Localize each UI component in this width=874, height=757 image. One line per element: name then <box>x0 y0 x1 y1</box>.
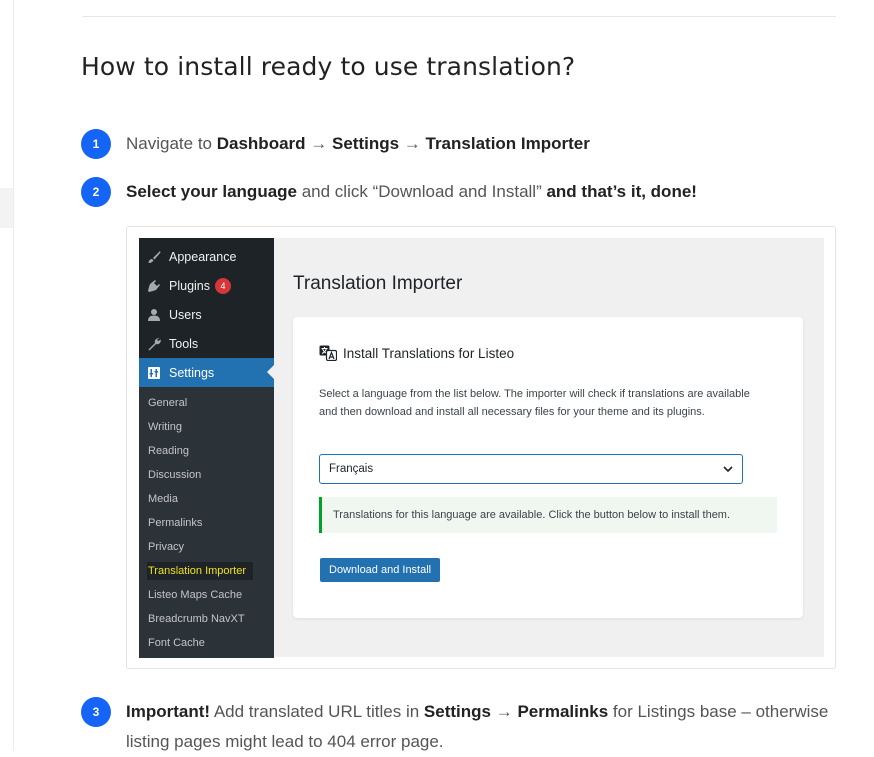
menu-item-tools[interactable]: Tools <box>139 329 274 358</box>
step-1: 1 Navigate to Dashboard → Settings → Tra… <box>81 129 590 159</box>
plain-text: Navigate to <box>126 134 217 153</box>
step-number: 3 <box>81 697 111 727</box>
selected-language: Français <box>329 463 374 475</box>
settings-icon <box>146 365 162 381</box>
submenu-item-label: Media <box>148 493 178 505</box>
left-sidebar-tab <box>0 188 13 228</box>
menu-item-plugins[interactable]: Plugins 4 <box>139 271 274 300</box>
submenu-item-label: Breadcrumb NavXT <box>148 613 245 625</box>
submenu-item-label: General <box>148 397 188 409</box>
card-description: Select a language from the list below. T… <box>319 388 750 418</box>
emphasis-text: Dashboard <box>216 134 306 153</box>
submenu-item-media[interactable]: Media <box>139 487 274 511</box>
section-divider <box>82 16 836 17</box>
chevron-down-icon <box>722 463 734 478</box>
step-text: Important! Add translated URL titles in … <box>126 697 831 757</box>
paintbrush-icon <box>146 249 162 265</box>
emphasis-text: Settings <box>331 134 400 153</box>
submenu-item-label: Permalinks <box>148 517 203 529</box>
card-heading: Install Translations for Listeo <box>319 345 515 362</box>
wp-page-title: Translation Importer <box>293 273 463 294</box>
step-number: 1 <box>81 129 111 159</box>
step-3: 3 Important! Add translated URL titles i… <box>81 697 831 757</box>
menu-item-appearance[interactable]: Appearance <box>139 242 274 271</box>
emphasis-text: and that’s it, done! <box>546 182 697 201</box>
emphasis-text: Permalinks <box>517 702 609 721</box>
submenu-item-permalinks[interactable]: Permalinks <box>139 511 274 535</box>
submenu-item-listeo-maps-cache[interactable]: Listeo Maps Cache <box>139 583 274 607</box>
wrench-icon <box>146 336 162 352</box>
plain-text: → <box>399 134 426 153</box>
step-2: 2 Select your language and click “Downlo… <box>81 177 697 207</box>
submenu-item-label: Discussion <box>148 469 202 481</box>
menu-item-label: Settings <box>169 365 215 380</box>
menu-item-label: Tools <box>169 336 199 351</box>
plain-text: → <box>490 702 518 721</box>
submenu-item-label: Listeo Maps Cache <box>148 589 243 601</box>
submenu-item-label: Font Cache <box>148 637 205 649</box>
screenshot-frame: Appearance Plugins 4 Users Tools Setting… <box>126 226 836 669</box>
menu-item-label: Plugins <box>169 278 210 293</box>
menu-item-settings[interactable]: Settings <box>139 358 274 387</box>
submenu-item-label: Translation Importer <box>147 562 254 580</box>
settings-submenu: General Writing Reading Discussion Media Perm… <box>139 387 274 658</box>
step-text: Select your language and click “Download… <box>126 177 697 207</box>
notice-text: Translations for this language are avail… <box>333 509 731 521</box>
menu-item-label: Appearance <box>169 249 237 264</box>
plugin-icon <box>146 278 162 294</box>
submenu-item-font-cache[interactable]: Font Cache <box>139 631 274 655</box>
left-border <box>13 0 14 751</box>
submenu-item-reading[interactable]: Reading <box>139 439 274 463</box>
wp-admin-screen: Appearance Plugins 4 Users Tools Setting… <box>139 238 824 658</box>
submenu-item-label: Reading <box>148 445 189 457</box>
user-icon <box>146 307 162 323</box>
plugins-update-badge: 4 <box>215 277 231 294</box>
submenu-item-label: Writing <box>148 421 183 433</box>
submenu-item-privacy[interactable]: Privacy <box>139 535 274 559</box>
menu-item-users[interactable]: Users <box>139 300 274 329</box>
emphasis-text: Important! <box>126 702 211 721</box>
submenu-item-translation-importer[interactable]: Translation Importer <box>139 559 274 583</box>
submenu-item-label: Privacy <box>148 541 185 553</box>
step-number: 2 <box>81 177 111 207</box>
submenu-item-writing[interactable]: Writing <box>139 415 274 439</box>
step-text: Navigate to Dashboard → Settings → Trans… <box>126 129 590 159</box>
section-title: How to install ready to use translation? <box>81 52 576 81</box>
submenu-item-discussion[interactable]: Discussion <box>139 463 274 487</box>
importer-card: Install Translations for Listeo Select a… <box>293 317 803 618</box>
language-select[interactable]: Français <box>319 454 743 484</box>
availability-notice: Translations for this language are avail… <box>319 497 777 533</box>
emphasis-text: Settings <box>423 702 491 721</box>
submenu-item-breadcrumb-navxt[interactable]: Breadcrumb NavXT <box>139 607 274 631</box>
translate-icon <box>319 345 338 362</box>
card-heading-text: Install Translations for Listeo <box>343 345 515 361</box>
emphasis-text: Translation Importer <box>425 134 590 153</box>
emphasis-text: Select your language <box>126 182 297 201</box>
wp-admin-sidebar: Appearance Plugins 4 Users Tools Setting… <box>139 238 274 658</box>
plain-text: and click “Download and Install” <box>297 182 547 201</box>
plain-text: Add translated URL titles in <box>210 702 424 721</box>
plain-text: → <box>305 134 332 153</box>
download-install-button[interactable]: Download and Install <box>320 558 441 582</box>
menu-item-label: Users <box>169 307 202 322</box>
submenu-item-general[interactable]: General <box>139 391 274 415</box>
